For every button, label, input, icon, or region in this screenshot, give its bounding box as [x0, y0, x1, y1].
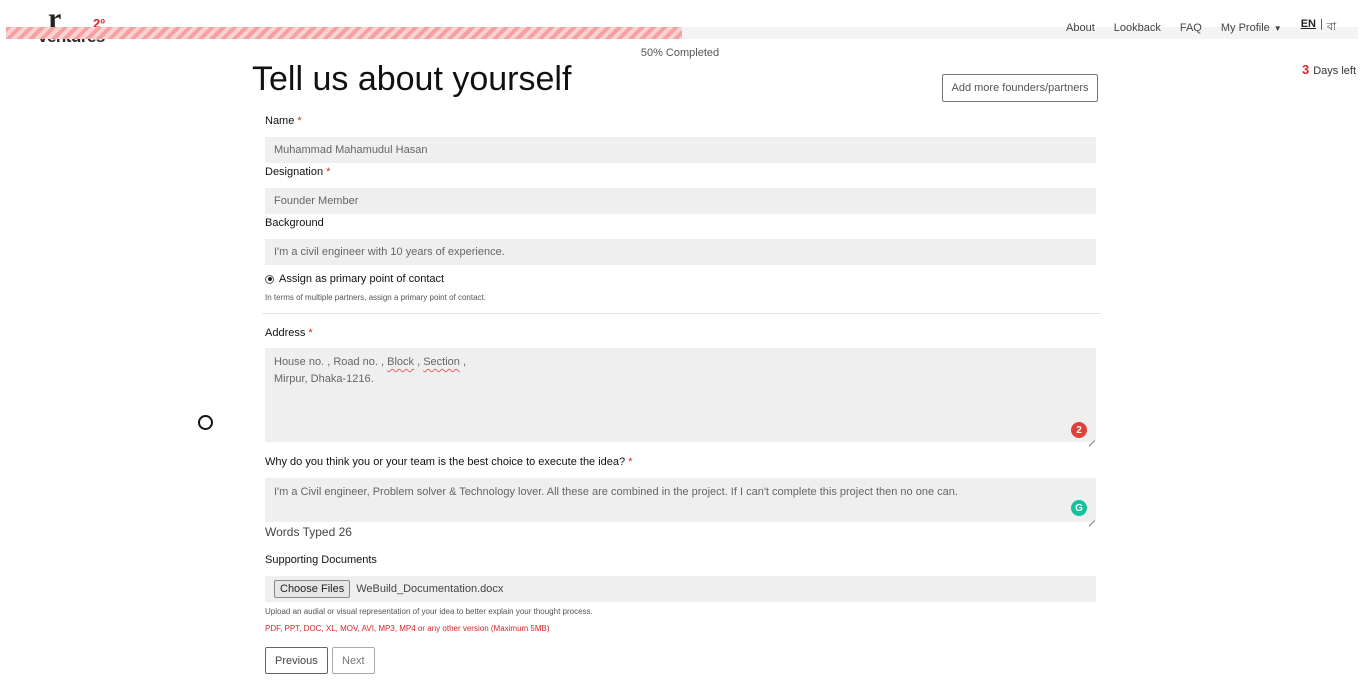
top-nav: About Lookback FAQ My Profile ▼ EN | বা [1066, 18, 1336, 37]
add-founders-button[interactable]: Add more founders/partners [942, 74, 1098, 102]
previous-button[interactable]: Previous [265, 647, 328, 674]
nav-about[interactable]: About [1066, 22, 1095, 34]
required-marker: * [628, 456, 633, 468]
address-line-1-prefix: House no. , Road no. , [274, 356, 388, 368]
upload-help: Upload an audial or visual representatio… [265, 607, 593, 616]
grammarly-icon[interactable]: G [1071, 500, 1087, 516]
designation-label-text: Designation [265, 166, 324, 178]
why-textarea[interactable]: I'm a Civil engineer, Problem solver & T… [265, 478, 1096, 522]
primary-contact-radio[interactable] [265, 274, 274, 284]
section-divider [262, 313, 1101, 314]
progress-label: 50% Completed [640, 47, 720, 59]
address-comma: , [459, 356, 467, 368]
mouse-cursor-icon [198, 415, 213, 430]
choose-files-button[interactable]: Choose Files [274, 580, 351, 598]
background-input[interactable]: I'm a civil engineer with 10 years of ex… [265, 239, 1096, 265]
words-typed-counter: Words Typed 26 [265, 525, 352, 539]
grammar-issues-badge[interactable]: 2 [1071, 422, 1087, 438]
radio-selected-dot [267, 277, 272, 281]
background-label: Background [265, 217, 324, 229]
days-left: 3 Days left [1302, 62, 1356, 77]
name-input[interactable]: Muhammad Mahamudul Hasan [265, 137, 1096, 163]
required-marker: * [326, 166, 331, 178]
selected-file-name: WeBuild_Documentation.docx [356, 583, 504, 595]
resize-handle-icon[interactable] [1087, 513, 1095, 521]
required-marker: * [308, 327, 313, 339]
name-label-text: Name [265, 115, 295, 127]
designation-label: Designation * [265, 166, 330, 178]
upload-formats: PDF, PPT, DOC, XL, MOV, AVI, MP3, MP4 or… [265, 624, 550, 633]
why-label: Why do you think you or your team is the… [265, 456, 632, 468]
caret-down-icon: ▼ [1273, 23, 1282, 33]
lang-en[interactable]: EN [1301, 18, 1316, 37]
address-line-2: Mirpur, Dhaka-1216. [274, 373, 374, 385]
address-line-1: House no. , Road no. , Block , Section , [274, 354, 466, 371]
lang-separator: | [1319, 18, 1323, 30]
days-left-label: Days left [1313, 65, 1356, 77]
lang-bn[interactable]: বা [1327, 18, 1336, 37]
language-switch: EN | বা [1301, 18, 1336, 37]
days-left-count: 3 [1301, 62, 1310, 77]
resize-handle-icon[interactable] [1087, 433, 1095, 441]
nav-my-profile-label: My Profile [1220, 21, 1270, 34]
address-label: Address * [265, 327, 313, 339]
next-button[interactable]: Next [332, 647, 375, 674]
supporting-documents-label: Supporting Documents [265, 554, 377, 566]
file-input[interactable]: Choose Files WeBuild_Documentation.docx [265, 576, 1096, 602]
primary-contact-option[interactable]: Assign as primary point of contact [265, 273, 444, 285]
address-label-text: Address [265, 327, 306, 339]
nav-faq[interactable]: FAQ [1180, 22, 1202, 34]
name-label: Name * [265, 115, 302, 127]
progress-fill [6, 27, 682, 39]
primary-contact-help: In terms of multiple partners, assign a … [265, 293, 486, 302]
address-comma: , [414, 356, 424, 368]
nav-lookback[interactable]: Lookback [1114, 22, 1161, 34]
nav-my-profile[interactable]: My Profile ▼ [1221, 22, 1282, 34]
primary-contact-label: Assign as primary point of contact [279, 273, 445, 285]
designation-input[interactable]: Founder Member [265, 188, 1096, 214]
spell-error-section[interactable]: Section [423, 356, 460, 368]
spell-error-block[interactable]: Block [387, 356, 414, 368]
required-marker: * [297, 115, 302, 127]
page-title: Tell us about yourself [252, 60, 572, 98]
why-label-text: Why do you think you or your team is the… [265, 456, 626, 468]
address-textarea[interactable]: House no. , Road no. , Block , Section ,… [265, 348, 1096, 442]
logo[interactable]: r 2º ventures [38, 2, 118, 46]
